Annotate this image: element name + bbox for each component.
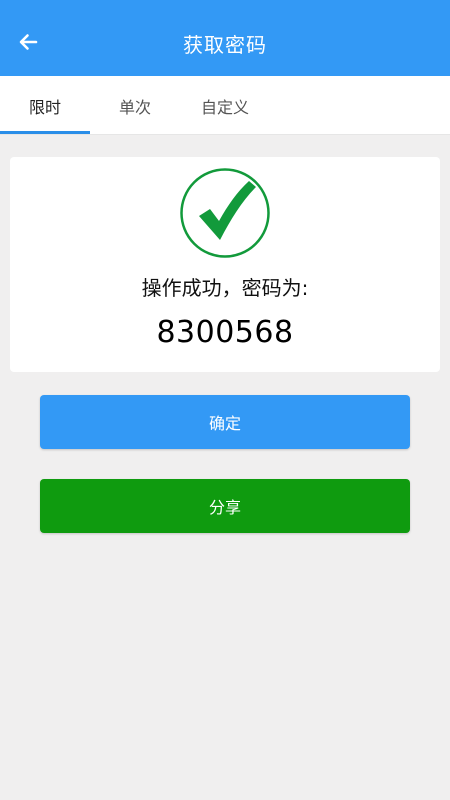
- tab-label-time-limited: 限时: [28, 97, 61, 117]
- share-button-label: 分享: [208, 498, 241, 517]
- check-circle-icon: [180, 168, 270, 258]
- page-title: 获取密码: [183, 33, 267, 57]
- confirm-button[interactable]: 确定: [40, 395, 410, 449]
- tab-label-single-use: 单次: [118, 97, 151, 117]
- password-value: 8300568: [156, 315, 294, 350]
- tab-time-limited[interactable]: 限时: [0, 76, 90, 135]
- active-tab-indicator: [0, 131, 90, 134]
- share-button[interactable]: 分享: [40, 479, 410, 533]
- app-screen: 获取密码 限时 单次 自定义 操作成功，密码为: 8300568 确定 分享: [0, 0, 450, 800]
- tab-single-use[interactable]: 单次: [90, 76, 180, 135]
- result-card: 操作成功，密码为: 8300568: [10, 157, 440, 372]
- top-app-bar: 获取密码: [0, 0, 450, 76]
- tab-bar: 限时 单次 自定义: [0, 76, 450, 135]
- tab-label-custom: 自定义: [200, 97, 249, 117]
- tab-custom[interactable]: 自定义: [180, 76, 270, 135]
- confirm-button-label: 确定: [208, 414, 241, 433]
- success-message: 操作成功，密码为:: [141, 276, 309, 300]
